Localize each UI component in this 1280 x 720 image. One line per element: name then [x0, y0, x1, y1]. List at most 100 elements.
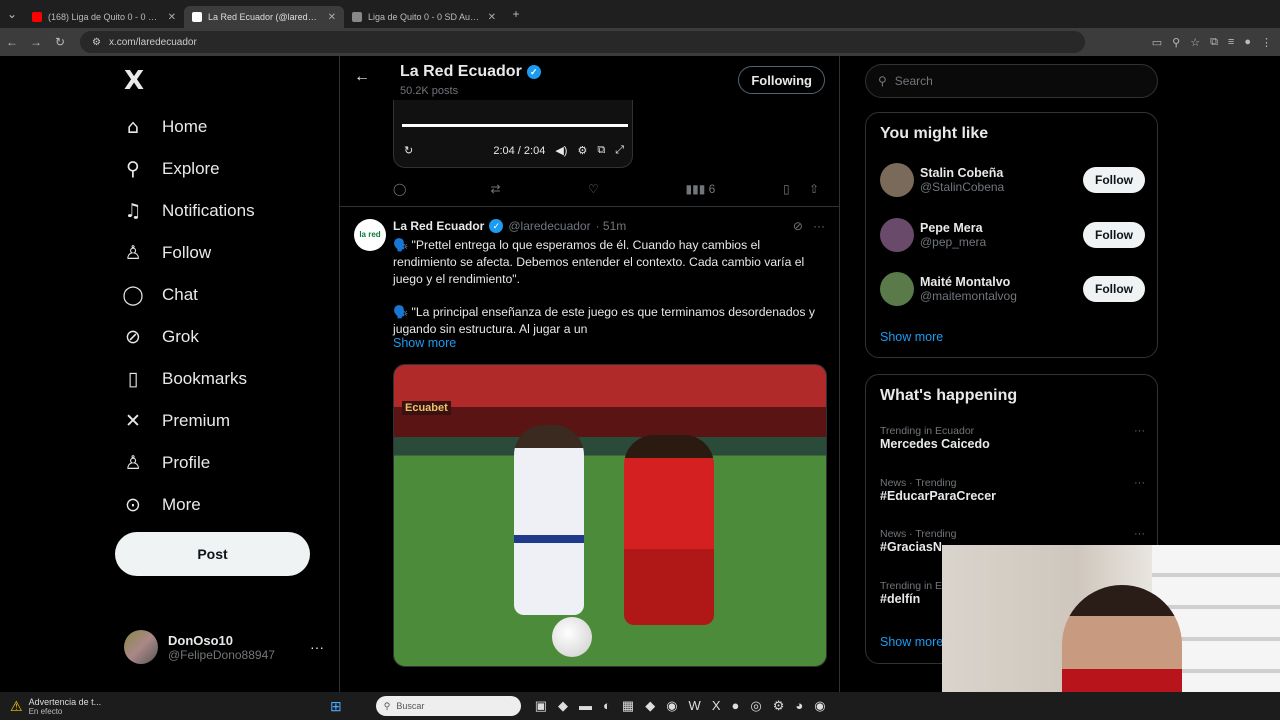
verified-badge-icon: ✓ — [526, 65, 541, 79]
file-explorer-icon[interactable]: ▬ — [579, 698, 592, 714]
show-more-link[interactable]: Show more — [880, 330, 943, 344]
nav-label: Notifications — [162, 201, 255, 220]
settings-icon[interactable]: ⚙ — [577, 144, 587, 157]
new-tab-icon[interactable]: + — [504, 7, 528, 21]
nav-explore[interactable]: ⚲ Explore — [120, 148, 255, 190]
nav-home[interactable]: ⌂ Home — [120, 106, 255, 148]
video-player[interactable]: ↻ 2:04 / 2:04 ◀) ⚙ ⧉ ⤢ — [393, 100, 633, 168]
more-dots-icon[interactable]: ··· — [1134, 477, 1145, 489]
more-dots-icon[interactable]: ··· — [1134, 425, 1145, 437]
store-icon[interactable]: ▦ — [622, 698, 634, 714]
app-icon[interactable]: ◉ — [666, 698, 677, 714]
url-field[interactable]: ⚙ x.com/laredecuador — [80, 31, 1085, 53]
volume-icon[interactable]: ◀) — [555, 144, 567, 157]
tweet-photo[interactable]: Ecuabet — [393, 364, 827, 667]
nav-follow[interactable]: ♙ Follow — [120, 232, 255, 274]
trend-context: Trending in Ecuador — [880, 425, 975, 437]
task-view-icon[interactable]: ▣ — [535, 698, 547, 714]
nav-label: Follow — [162, 243, 212, 262]
more-dots-icon[interactable]: ··· — [1134, 528, 1145, 540]
chrome-icon[interactable]: ◎ — [750, 698, 761, 714]
video-progress-bar[interactable] — [402, 124, 628, 127]
nav-grok[interactable]: ⊘ Grok — [120, 316, 255, 358]
nav-chat[interactable]: ◯ Chat — [120, 274, 255, 316]
video-controls: ↻ 2:04 / 2:04 ◀) ⚙ ⧉ ⤢ — [404, 144, 624, 157]
nav-profile[interactable]: ♙ Profile — [120, 442, 255, 484]
extensions-icon[interactable]: ⧉ — [1210, 36, 1218, 49]
nav-label: Grok — [162, 327, 199, 346]
nav-premium[interactable]: ✕ Premium — [120, 400, 255, 442]
menu-icon[interactable]: ⋮ — [1261, 36, 1272, 49]
star-icon[interactable]: ☆ — [1190, 36, 1200, 49]
forward-icon[interactable]: → — [24, 35, 48, 49]
nav-notifications[interactable]: ♫ Notifications — [120, 190, 255, 232]
avatar — [880, 163, 914, 197]
taskbar-search-input[interactable]: ⚲ Buscar — [375, 696, 521, 716]
app-icon[interactable]: ◆ — [645, 698, 655, 714]
reply-icon[interactable]: ◯ — [393, 182, 491, 196]
post-button[interactable]: Post — [115, 532, 310, 576]
trend-item[interactable]: Trending in Ecuador Mercedes Caicedo ··· — [880, 425, 1145, 451]
views-icon[interactable]: ▮▮▮ — [686, 182, 709, 196]
close-tab-icon[interactable]: ✕ — [168, 12, 176, 23]
reload-icon[interactable]: ↻ — [48, 35, 72, 49]
profile-icon[interactable]: ● — [1244, 36, 1251, 49]
following-button[interactable]: Following — [738, 66, 825, 94]
back-arrow-icon[interactable]: ← — [354, 68, 370, 86]
fullscreen-icon[interactable]: ⤢ — [615, 144, 624, 157]
edge-icon[interactable]: ◐ — [603, 698, 611, 714]
profile-icon: ♙ — [124, 452, 142, 474]
discord-icon[interactable]: ◕ — [795, 698, 803, 714]
grok-icon[interactable]: ⊘ — [793, 219, 803, 233]
share-icon[interactable]: ⇧ — [809, 182, 823, 196]
x-logo[interactable]: X — [124, 66, 144, 96]
nav-more[interactable]: ⊙ More — [120, 484, 255, 526]
follow-button[interactable]: Follow — [1083, 167, 1145, 193]
show-more-link[interactable]: Show more — [393, 336, 456, 350]
account-switcher[interactable]: DonOso10 @FelipeDono88947 ··· — [124, 630, 324, 664]
follow-button[interactable]: Follow — [1083, 276, 1145, 302]
site-info-icon[interactable]: ⚙ — [92, 37, 101, 48]
bookmark-icon[interactable]: ▯ — [783, 182, 809, 196]
show-more-link[interactable]: Show more — [880, 635, 943, 649]
tab-list-icon[interactable]: ⌄ — [0, 7, 24, 21]
install-icon[interactable]: ▭ — [1152, 36, 1162, 49]
excel-icon[interactable]: X — [712, 698, 721, 714]
browser-tab-3[interactable]: Liga de Quito 0 - 0 SD Aucas (2 ✕ — [344, 6, 504, 28]
app-icon[interactable]: ● — [731, 698, 739, 714]
suggestion-item[interactable]: Maité Montalvo @maitemontalvog Follow — [880, 272, 1145, 306]
suggestion-item[interactable]: Pepe Mera @pep_mera Follow — [880, 218, 1145, 252]
browser-tab-1[interactable]: (168) Liga de Quito 0 - 0 SD Auc ✕ — [24, 6, 184, 28]
more-dots-icon[interactable]: ··· — [310, 639, 324, 655]
nav-label: Profile — [162, 453, 211, 472]
zoom-icon[interactable]: ⚲ — [1172, 36, 1180, 49]
suggestion-item[interactable]: Stalin Cobeña @StalinCobena Follow — [880, 163, 1145, 197]
settings-icon[interactable]: ⚙ — [773, 698, 785, 714]
tweet-author-name[interactable]: La Red Ecuador — [393, 219, 484, 233]
copilot-icon[interactable]: ◆ — [558, 698, 568, 714]
panel-title: You might like — [880, 125, 989, 142]
like-icon[interactable]: ♡ — [588, 182, 686, 196]
spotify-icon[interactable]: ◉ — [814, 698, 825, 714]
browser-tab-2[interactable]: La Red Ecuador (@laredecuad ✕ — [184, 6, 344, 28]
weather-warning-widget[interactable]: ⚠ Advertencia de t... En efecto — [0, 697, 330, 716]
replay-icon[interactable]: ↻ — [404, 144, 413, 157]
close-tab-icon[interactable]: ✕ — [488, 12, 496, 23]
football — [552, 617, 592, 657]
retweet-icon[interactable]: ⇄ — [491, 182, 589, 196]
nav-bookmarks[interactable]: ▯ Bookmarks — [120, 358, 255, 400]
tweet-handle[interactable]: @laredecuador — [508, 219, 590, 233]
word-icon[interactable]: W — [689, 698, 701, 714]
follow-button[interactable]: Follow — [1083, 222, 1145, 248]
close-tab-icon[interactable]: ✕ — [328, 12, 336, 23]
tweet-avatar[interactable]: la red — [354, 219, 386, 251]
trend-item[interactable]: News · Trending #EducarParaCrecer ··· — [880, 477, 1145, 503]
back-icon[interactable]: ← — [0, 35, 24, 49]
url-text: x.com/laredecuador — [108, 36, 197, 48]
more-dots-icon[interactable]: ··· — [813, 219, 825, 233]
pip-icon[interactable]: ⧉ — [597, 144, 605, 157]
media-icon[interactable]: ≡ — [1228, 36, 1234, 49]
search-input[interactable]: ⚲ Search — [865, 64, 1158, 98]
windows-start-icon[interactable]: ⊞ — [330, 698, 342, 715]
tweet-time[interactable]: · 51m — [596, 219, 627, 233]
